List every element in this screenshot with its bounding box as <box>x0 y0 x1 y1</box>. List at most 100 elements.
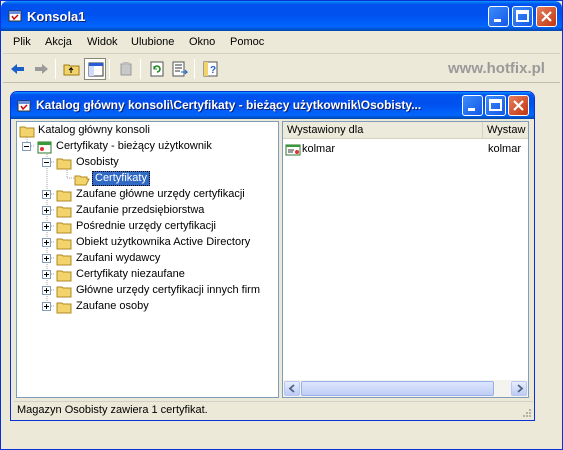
menu-widok[interactable]: Widok <box>87 36 118 48</box>
tree-item-label: Certyfikaty niezaufane <box>76 268 185 280</box>
folder-open-icon <box>74 175 90 186</box>
window-title: Konsola1 <box>27 9 86 24</box>
close-icon <box>541 11 552 22</box>
forward-button[interactable] <box>30 58 52 80</box>
tree-item-label: Certyfikaty - bieżący użytkownik <box>56 140 212 152</box>
show-hide-tree-button[interactable] <box>84 58 106 80</box>
tree-item-ad-user-object[interactable]: Obiekt użytkownika Active Directory <box>42 235 272 251</box>
child-title-bar[interactable]: Katalog główny konsoli\Certyfikaty - bie… <box>11 92 534 119</box>
help-button[interactable]: ? <box>200 58 222 80</box>
maximize-button[interactable] <box>512 6 533 27</box>
child-minimize-button[interactable] <box>462 95 483 116</box>
refresh-button[interactable] <box>146 58 168 80</box>
mmc-console-icon <box>8 10 22 22</box>
tree-item-root[interactable]: Katalog główny konsoli <box>19 123 274 139</box>
folder-open-icon <box>56 158 72 170</box>
back-arrow-icon <box>11 64 24 74</box>
folder-icon <box>56 190 72 202</box>
tree-item-personal[interactable]: Osobisty <box>42 155 272 171</box>
tree-item-enterprise-trust[interactable]: Zaufanie przedsiębiorstwa <box>42 203 272 219</box>
toolbar-separator <box>194 59 195 79</box>
menu-akcja[interactable]: Akcja <box>45 36 72 48</box>
expand-toggle[interactable] <box>42 254 51 263</box>
delete-button[interactable] <box>115 58 137 80</box>
collapse-toggle[interactable] <box>22 142 31 151</box>
expand-toggle[interactable] <box>42 206 51 215</box>
expand-toggle[interactable] <box>42 302 51 311</box>
menu-pomoc[interactable]: Pomoc <box>230 36 264 48</box>
console-tree[interactable]: Katalog główny konsoli Certyfikaty - bie… <box>16 121 279 398</box>
certificate-icon <box>285 144 301 156</box>
toolbar-separator <box>140 59 141 79</box>
chevron-right-icon <box>517 384 524 393</box>
folder-icon <box>56 222 72 234</box>
export-list-button[interactable] <box>169 58 191 80</box>
folder-icon <box>56 254 72 266</box>
close-icon <box>513 100 524 111</box>
maximize-icon <box>516 10 529 22</box>
folder-icon <box>56 206 72 218</box>
tree-item-label: Zaufanie przedsiębiorstwa <box>76 204 205 216</box>
tree-item-label: Pośrednie urzędy certyfikacji <box>76 220 217 232</box>
refresh-icon <box>150 61 164 77</box>
expand-toggle[interactable] <box>42 190 51 199</box>
expand-toggle[interactable] <box>42 222 51 231</box>
resize-grip-icon[interactable] <box>521 407 531 417</box>
title-bar[interactable]: Konsola1 <box>1 1 562 31</box>
mmc-console-icon <box>17 100 31 112</box>
tree-item-untrusted[interactable]: Certyfikaty niezaufane <box>42 267 272 283</box>
chevron-left-icon <box>288 384 295 393</box>
scroll-thumb[interactable] <box>301 381 494 396</box>
menu-okno[interactable]: Okno <box>189 36 215 48</box>
details-list[interactable]: Wystawiony dla Wystaw kolmar kolmar <box>282 121 529 398</box>
close-button[interactable] <box>536 6 557 27</box>
tree-item-label: Główne urzędy certyfikacji innych firm <box>76 284 261 296</box>
menu-plik[interactable]: Plik <box>13 36 31 48</box>
column-header-issued-to[interactable]: Wystawiony dla <box>283 122 483 139</box>
cell-issued-by: kolmar <box>488 143 522 155</box>
up-folder-icon <box>63 64 80 76</box>
tree-item-intermediate[interactable]: Pośrednie urzędy certyfikacji <box>42 219 272 235</box>
tree-item-label: Katalog główny konsoli <box>38 124 150 136</box>
expand-toggle[interactable] <box>42 286 51 295</box>
minimize-icon <box>468 108 475 111</box>
tree-item-certificates[interactable]: Certyfikaty <box>62 171 262 187</box>
list-item[interactable]: kolmar kolmar <box>285 142 526 158</box>
expand-toggle[interactable] <box>42 270 51 279</box>
child-close-button[interactable] <box>508 95 529 116</box>
tree-item-label: Zaufane główne urzędy certyfikacji <box>76 188 245 200</box>
tree-item-certs-user[interactable]: Certyfikaty - bieżący użytkownik <box>22 139 272 155</box>
tree-item-third-party-root[interactable]: Główne urzędy certyfikacji innych firm <box>42 283 276 299</box>
svg-text:?: ? <box>210 65 216 76</box>
console-child-window: Katalog główny konsoli\Certyfikaty - bie… <box>10 91 535 421</box>
certificates-snapin-icon <box>37 141 52 154</box>
folder-icon <box>56 270 72 282</box>
toolbar-separator <box>55 59 56 79</box>
scroll-left-button[interactable] <box>284 381 300 396</box>
child-maximize-button[interactable] <box>485 95 506 116</box>
tree-item-trusted-root[interactable]: Zaufane główne urzędy certyfikacji <box>42 187 272 203</box>
tree-item-label: Osobisty <box>76 156 119 168</box>
minimize-button[interactable] <box>488 6 509 27</box>
tree-item-trusted-people[interactable]: Zaufane osoby <box>42 299 272 315</box>
column-header-issued-by[interactable]: Wystaw <box>483 122 528 139</box>
maximize-icon <box>489 99 502 111</box>
tree-item-label-selected: Certyfikaty <box>92 171 150 186</box>
cell-issued-to: kolmar <box>302 143 336 155</box>
horizontal-scrollbar[interactable] <box>283 380 528 397</box>
scroll-right-button[interactable] <box>511 381 527 396</box>
tree-item-label: Zaufani wydawcy <box>76 252 161 264</box>
expand-toggle[interactable] <box>42 238 51 247</box>
up-one-level-button[interactable] <box>61 58 83 80</box>
tree-item-trusted-publishers[interactable]: Zaufani wydawcy <box>42 251 272 267</box>
status-bar: Magazyn Osobisty zawiera 1 certyfikat. <box>14 401 533 419</box>
menu-bar: Plik Akcja Widok Ulubione Okno Pomoc <box>3 32 560 54</box>
menu-ulubione[interactable]: Ulubione <box>131 36 174 48</box>
status-text: Magazyn Osobisty zawiera 1 certyfikat. <box>17 404 208 416</box>
export-list-icon <box>172 61 189 77</box>
folder-icon <box>19 126 35 138</box>
forward-arrow-icon <box>35 64 48 74</box>
collapse-toggle[interactable] <box>42 158 51 167</box>
toolbar-separator <box>109 59 110 79</box>
back-button[interactable] <box>7 58 29 80</box>
